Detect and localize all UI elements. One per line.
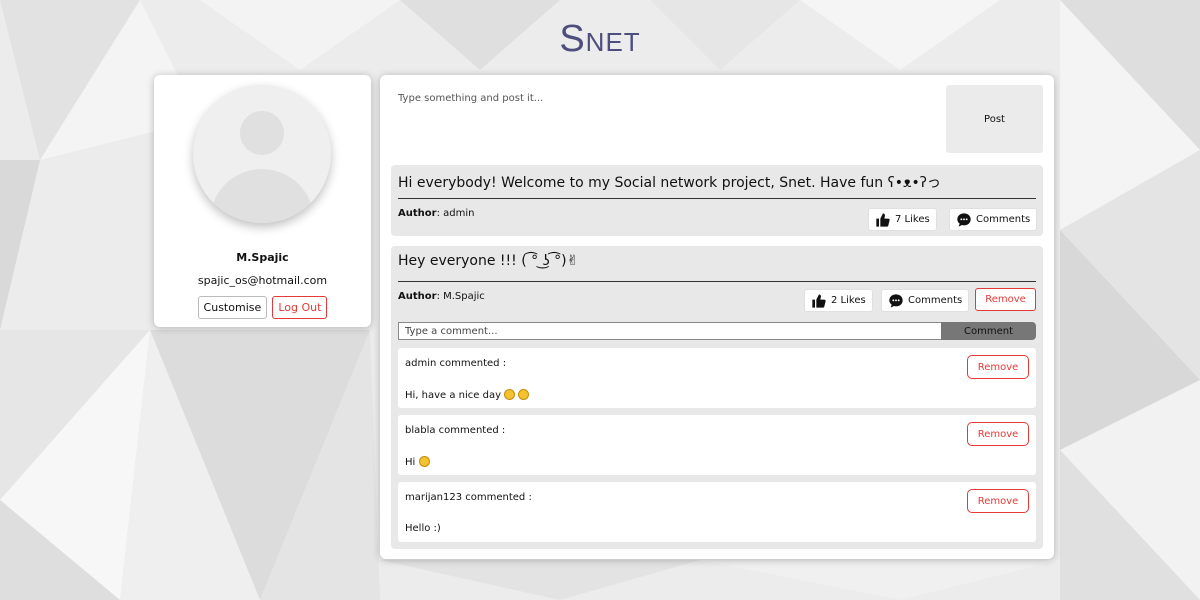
comments-label: Comments bbox=[908, 295, 963, 306]
post-card: Hey everyone !!! ( ͡° ͜ʖ ͡°)✌ Author: M.… bbox=[391, 246, 1043, 549]
post-divider bbox=[398, 281, 1036, 282]
remove-post-button[interactable]: Remove bbox=[975, 288, 1036, 311]
post-author: Author: M.Spajic bbox=[398, 291, 485, 302]
like-count: 7 Likes bbox=[895, 214, 930, 225]
comment-text: Hello :) bbox=[405, 523, 441, 534]
smile-emoji-icon bbox=[518, 389, 530, 400]
logo-initial: S bbox=[559, 18, 586, 60]
profile-name: M.Spajic bbox=[236, 251, 289, 264]
avatar[interactable] bbox=[193, 85, 331, 223]
comment-submit-button[interactable]: Comment bbox=[941, 322, 1036, 340]
comment-body: Hi bbox=[405, 457, 416, 468]
remove-comment-button[interactable]: Remove bbox=[967, 489, 1029, 513]
remove-comment-button[interactable]: Remove bbox=[967, 422, 1029, 446]
post-author: Author: admin bbox=[398, 208, 474, 219]
post-button[interactable]: Post bbox=[946, 85, 1043, 153]
comments-label: Comments bbox=[976, 214, 1031, 225]
customise-button[interactable]: Customise bbox=[197, 296, 268, 319]
comments-button[interactable]: Comments bbox=[881, 289, 970, 312]
like-button[interactable]: 7 Likes bbox=[868, 208, 937, 231]
thumbs-up-icon bbox=[876, 212, 890, 227]
comment-bubble-icon bbox=[889, 293, 903, 308]
comment-item: blabla commented : Hi Remove bbox=[398, 415, 1036, 475]
comment-text: Hi bbox=[405, 456, 430, 468]
remove-post-label: Remove bbox=[985, 294, 1026, 305]
author-label: Author bbox=[398, 291, 437, 302]
app-logo[interactable]: SNET bbox=[0, 18, 1200, 61]
smile-emoji-icon bbox=[504, 389, 516, 400]
grin-emoji-icon bbox=[418, 456, 430, 467]
remove-comment-button[interactable]: Remove bbox=[967, 355, 1029, 379]
profile-email: spajic_os@hotmail.com bbox=[197, 274, 328, 287]
post-divider bbox=[398, 198, 1036, 199]
comment-item: marijan123 commented : Hello :) Remove bbox=[398, 482, 1036, 542]
post-card: Hi everybody! Welcome to my Social netwo… bbox=[391, 165, 1043, 236]
feed-panel: Post Hi everybody! Welcome to my Social … bbox=[380, 75, 1054, 559]
comments-button[interactable]: Comments bbox=[949, 208, 1038, 231]
avatar-body-icon bbox=[210, 169, 314, 223]
author-name: : M.Spajic bbox=[436, 291, 485, 302]
like-count: 2 Likes bbox=[831, 295, 866, 306]
profile-card: M.Spajic spajic_os@hotmail.com Customise… bbox=[154, 75, 371, 327]
post-input[interactable] bbox=[390, 85, 930, 151]
logo-rest: NET bbox=[585, 27, 641, 57]
post-text: Hey everyone !!! ( ͡° ͜ʖ ͡°)✌ bbox=[398, 253, 579, 269]
comment-author: blabla commented : bbox=[405, 425, 506, 436]
comment-text: Hi, have a nice day bbox=[405, 389, 530, 401]
post-text: Hi everybody! Welcome to my Social netwo… bbox=[398, 175, 941, 191]
profile-actions: Customise Log Out bbox=[154, 296, 371, 319]
comment-author: admin commented : bbox=[405, 358, 507, 369]
author-label: Author bbox=[398, 208, 437, 219]
author-name: : admin bbox=[436, 208, 475, 219]
comment-bubble-icon bbox=[957, 212, 971, 227]
comment-input[interactable] bbox=[398, 322, 942, 340]
like-button[interactable]: 2 Likes bbox=[804, 289, 873, 312]
comment-author: marijan123 commented : bbox=[405, 492, 532, 503]
logout-button[interactable]: Log Out bbox=[272, 296, 328, 319]
avatar-head-icon bbox=[240, 111, 284, 155]
thumbs-up-icon bbox=[812, 293, 826, 308]
comment-body: Hi, have a nice day bbox=[405, 390, 502, 401]
comment-item: admin commented : Hi, have a nice day Re… bbox=[398, 348, 1036, 408]
